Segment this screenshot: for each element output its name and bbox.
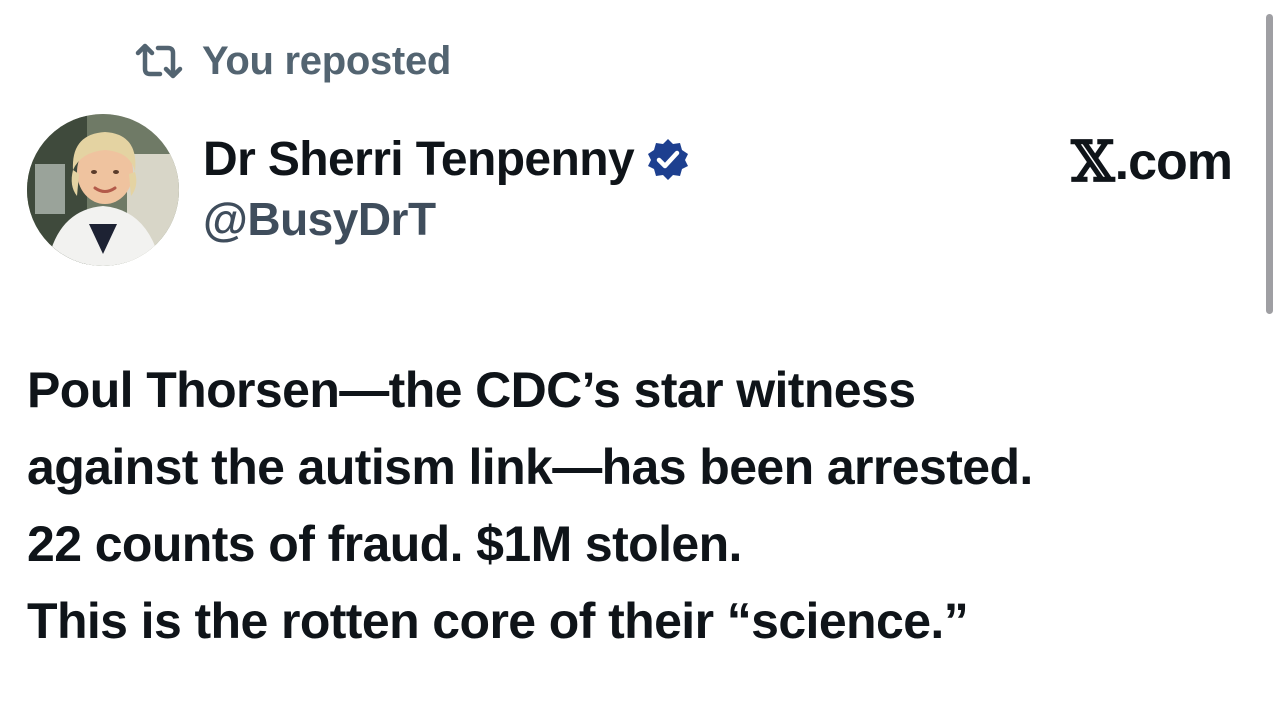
x-com-watermark: 𝕏 .com [1071,129,1233,195]
site-domain-suffix: .com [1114,133,1233,191]
author-handle[interactable]: @BusyDrT [203,192,436,246]
repost-label: You reposted [202,38,452,83]
post-line: 22 counts of fraud. $1M stolen. [27,516,742,572]
post-body: Poul Thorsen—the CDC’s star witness agai… [27,352,1247,660]
author-name-row: Dr Sherri Tenpenny [203,130,690,188]
avatar[interactable] [27,114,179,266]
post-line: against the autism link—has been arreste… [27,439,1033,495]
repost-indicator: You reposted [134,36,451,86]
scrollbar-thumb[interactable] [1266,14,1273,314]
verified-badge-icon [646,137,690,181]
repost-icon [134,41,184,81]
post-line: This is the rotten core of their “scienc… [27,593,969,649]
x-logo-icon: 𝕏 [1071,129,1115,195]
author-display-name[interactable]: Dr Sherri Tenpenny [203,132,635,187]
post-line: Poul Thorsen—the CDC’s star witness [27,362,916,418]
